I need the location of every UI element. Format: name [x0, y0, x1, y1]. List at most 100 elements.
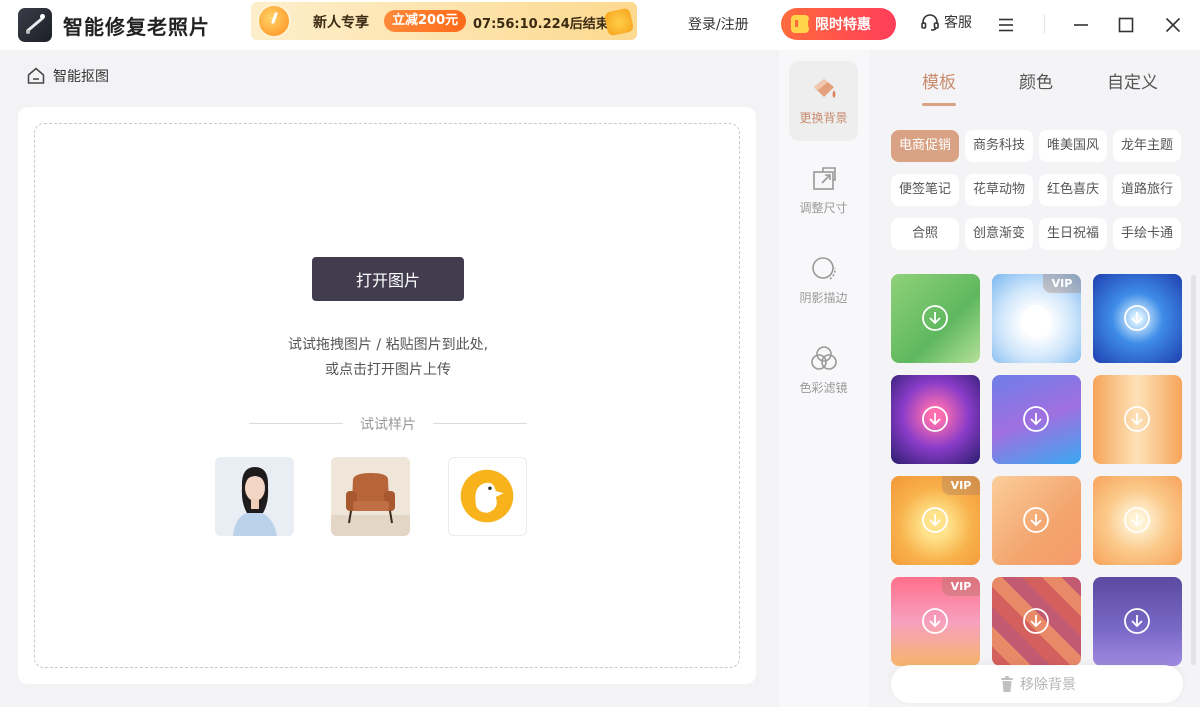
vip-badge: VIP	[942, 476, 980, 495]
download-icon	[1122, 606, 1152, 636]
login-register-link[interactable]: 登录/注册	[688, 14, 749, 34]
download-icon	[920, 606, 950, 636]
close-button[interactable]	[1158, 10, 1188, 40]
maximize-icon	[1118, 17, 1134, 33]
sample-portrait[interactable]	[215, 457, 294, 536]
crown-icon	[791, 15, 811, 33]
open-image-button[interactable]: 打开图片	[312, 257, 464, 301]
template-card[interactable]	[891, 274, 980, 363]
category-chip[interactable]: 合照	[891, 218, 959, 250]
limited-offer-button[interactable]: 限时特惠	[781, 8, 896, 40]
template-card[interactable]	[1093, 476, 1182, 565]
sample-armchair[interactable]	[331, 457, 410, 536]
tool-column: 更换背景 调整尺寸 阴影描边 色彩滤镜	[779, 50, 869, 707]
limited-offer-label: 限时特惠	[815, 17, 871, 33]
menu-button[interactable]	[991, 10, 1021, 40]
promo-discount-badge: 立减200元	[384, 10, 467, 32]
remove-background-button[interactable]: 移除背景	[891, 665, 1183, 703]
paint-bucket-icon	[808, 73, 840, 105]
maximize-button[interactable]	[1111, 10, 1141, 40]
download-icon	[920, 505, 950, 535]
template-scrollbar[interactable]	[1191, 275, 1196, 665]
shadow-outline-icon	[808, 253, 840, 285]
sample-divider-right	[433, 423, 527, 424]
headset-icon	[920, 12, 940, 32]
download-icon	[1122, 303, 1152, 333]
customer-service-label: 客服	[944, 15, 972, 31]
vip-badge: VIP	[942, 577, 980, 596]
template-card[interactable]: VIP	[891, 476, 980, 565]
tool-color-filter[interactable]: 色彩滤镜	[789, 331, 858, 411]
template-card[interactable]	[891, 375, 980, 464]
gift-coin-icon	[603, 7, 635, 37]
category-chip[interactable]: 红色喜庆	[1039, 174, 1107, 206]
template-card[interactable]	[992, 577, 1081, 666]
upload-card: 打开图片 试试拖拽图片 / 粘贴图片到此处, 或点击打开图片上传 试试样片	[18, 107, 756, 684]
download-icon	[1021, 404, 1051, 434]
app-logo-icon	[18, 8, 52, 42]
portrait-image	[215, 457, 294, 536]
tool-resize[interactable]: 调整尺寸	[789, 151, 858, 231]
promo-label: 新人专享	[313, 15, 369, 31]
upload-hint-line1: 试试拖拽图片 / 粘贴图片到此处,	[287, 337, 489, 353]
category-chip[interactable]: 手绘卡通	[1113, 218, 1181, 250]
download-icon	[920, 404, 950, 434]
template-card[interactable]: VIP	[992, 274, 1081, 363]
download-icon	[1122, 404, 1152, 434]
category-chip[interactable]: 创意渐变	[965, 218, 1033, 250]
color-filter-icon	[808, 343, 840, 375]
close-icon	[1165, 17, 1181, 33]
upload-hint-line2: 或点击打开图片上传	[325, 362, 451, 378]
tool-change-background[interactable]: 更换背景	[789, 61, 858, 141]
template-card[interactable]: VIP	[891, 577, 980, 666]
template-card[interactable]	[992, 476, 1081, 565]
template-card[interactable]	[1093, 577, 1182, 666]
category-chip[interactable]: 便签笔记	[891, 174, 959, 206]
home-icon	[26, 66, 46, 86]
app-title: 智能修复老照片	[63, 15, 210, 39]
download-icon	[1122, 505, 1152, 535]
tool-label: 阴影描边	[799, 291, 848, 305]
active-tab-indicator	[922, 103, 956, 106]
breadcrumb[interactable]: 智能抠图	[26, 66, 109, 86]
trash-icon	[998, 675, 1016, 693]
tool-label: 调整尺寸	[799, 201, 848, 215]
tool-shadow-outline[interactable]: 阴影描边	[789, 241, 858, 321]
minimize-icon	[1074, 24, 1088, 26]
tool-label: 更换背景	[799, 111, 848, 125]
category-chip[interactable]: 生日祝福	[1039, 218, 1107, 250]
duck-logo-image	[460, 469, 514, 523]
category-chip[interactable]: 龙年主题	[1113, 130, 1181, 162]
sample-duck-logo[interactable]	[448, 457, 527, 536]
download-icon	[920, 303, 950, 333]
category-chip[interactable]: 道路旅行	[1113, 174, 1181, 206]
download-icon	[1021, 606, 1051, 636]
template-card[interactable]	[1093, 274, 1182, 363]
vip-badge: VIP	[1043, 274, 1081, 293]
alarm-clock-icon	[257, 4, 291, 38]
category-chip[interactable]: 花草动物	[965, 174, 1033, 206]
template-card[interactable]	[1093, 375, 1182, 464]
template-card[interactable]	[992, 375, 1081, 464]
armchair-image	[331, 457, 410, 536]
download-icon	[1021, 505, 1051, 535]
category-chip[interactable]: 电商促销	[891, 130, 959, 162]
category-chip[interactable]: 唯美国风	[1039, 130, 1107, 162]
remove-background-label: 移除背景	[1020, 677, 1076, 693]
titlebar-divider	[1044, 14, 1045, 34]
resize-icon	[808, 163, 840, 195]
tab-color[interactable]: 颜色	[1019, 68, 1053, 93]
download-icon	[1021, 303, 1051, 333]
promo-banner[interactable]: 新人专享 立减200元 07:56:10.224后结束	[251, 2, 637, 40]
title-bar: 智能修复老照片 新人专享 立减200元 07:56:10.224后结束 登录/注…	[0, 0, 1200, 50]
category-chip[interactable]: 商务科技	[965, 130, 1033, 162]
breadcrumb-label: 智能抠图	[53, 69, 109, 85]
hamburger-menu-icon	[999, 18, 1013, 32]
promo-countdown: 07:56:10.224后结束	[473, 17, 609, 32]
customer-service-button[interactable]: 客服	[920, 12, 972, 32]
drop-zone[interactable]: 打开图片 试试拖拽图片 / 粘贴图片到此处, 或点击打开图片上传 试试样片	[34, 123, 740, 668]
tab-template[interactable]: 模板	[922, 68, 956, 93]
minimize-button[interactable]	[1066, 10, 1096, 40]
background-panel: 模板 颜色 自定义 电商促销 商务科技 唯美国风 龙年主题 便签笔记 花草动物 …	[869, 50, 1200, 707]
tab-custom[interactable]: 自定义	[1107, 68, 1158, 93]
